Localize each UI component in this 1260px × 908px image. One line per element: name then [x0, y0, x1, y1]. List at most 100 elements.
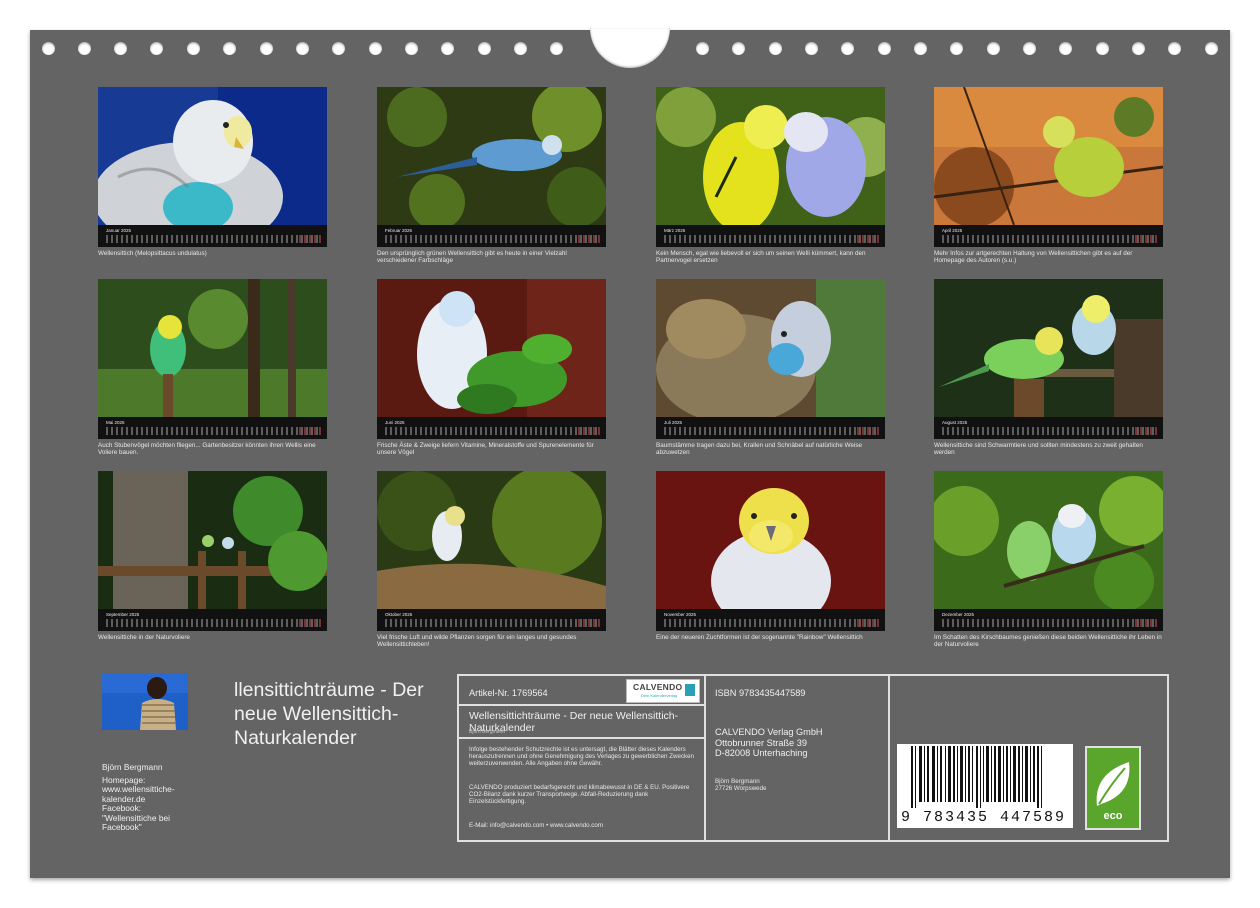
weekend-days	[1135, 427, 1157, 435]
calendar-strip: Mai 2025	[98, 417, 327, 439]
weekend-days	[857, 235, 879, 243]
weekend-days	[299, 619, 321, 627]
month-tile-july: Juli 2025 Baumstämme tragen dazu bei, Kr…	[656, 279, 885, 456]
month-name: Oktober 2025	[385, 612, 413, 617]
day-grid	[664, 235, 879, 243]
month-name: August 2025	[942, 420, 968, 425]
logo-subtitle: Dein Kalenderverlag	[641, 693, 678, 698]
calendar-strip: März 2025	[656, 225, 885, 247]
eco-notice: CALVENDO produziert bedarfsgerecht und k…	[469, 784, 690, 806]
photo-caption: Baumstämme tragen dazu bei, Krallen und …	[656, 442, 863, 456]
weekend-days	[299, 235, 321, 243]
day-grid	[106, 619, 321, 627]
calendar-strip: Oktober 2025	[377, 609, 606, 631]
binding-hole	[296, 42, 309, 55]
binding-hole	[478, 42, 491, 55]
parakeet-photo	[656, 471, 885, 609]
photo-caption: Viel frische Luft und wilde Pflanzen sor…	[377, 634, 577, 648]
month-name: Dezember 2025	[942, 612, 975, 617]
weekend-days	[299, 427, 321, 435]
parakeet-photo	[98, 279, 327, 417]
month-name: März 2025	[664, 228, 686, 233]
calendar-strip: August 2025	[934, 417, 1163, 439]
binding-hole	[187, 42, 200, 55]
weekend-days	[578, 427, 600, 435]
isbn-barcode: 9 783435 447589	[897, 744, 1073, 828]
month-tile-august: August 2025 Wellensittiche sind Schwarmt…	[934, 279, 1163, 456]
parakeet-photo	[377, 471, 606, 609]
binding-hole	[1096, 42, 1109, 55]
contact-line: E-Mail: info@calvendo.com • www.calvendo…	[469, 822, 603, 829]
weekend-days	[1135, 619, 1157, 627]
parakeet-photo	[377, 279, 606, 417]
day-grid	[106, 235, 321, 243]
calendar-strip: Februar 2025	[377, 225, 606, 247]
day-grid	[385, 619, 600, 627]
leaf-icon	[1096, 762, 1130, 806]
binding-hole	[914, 42, 927, 55]
hanger-cutout	[590, 28, 670, 68]
weekend-days	[578, 619, 600, 627]
month-tile-february: Februar 2025 Den ursprünglich grünen Wel…	[377, 87, 606, 264]
parakeet-photo	[934, 279, 1163, 417]
facebook-link: "Wellensittiche bei Facebook"	[102, 812, 170, 832]
binding-hole	[441, 42, 454, 55]
month-tile-march: März 2025 Kein Mensch, egal wie liebevol…	[656, 87, 885, 264]
parakeet-photo	[934, 87, 1163, 225]
calendar-strip: September 2025	[98, 609, 327, 631]
photo-caption: Frische Äste & Zweige liefern Vitamine, …	[377, 442, 594, 456]
binding-hole	[514, 42, 527, 55]
day-grid	[942, 235, 1157, 243]
weekend-days	[857, 619, 879, 627]
eco-label: eco	[1103, 810, 1123, 822]
month-tile-december: Dezember 2025 Im Schatten des Kirschbaum…	[934, 471, 1163, 648]
month-tile-april: April 2025 Mehr Infos zur artgerechten H…	[934, 87, 1163, 264]
photo-caption: Wellensittiche sind Schwarmtiere und sol…	[934, 442, 1143, 456]
logo-mark-icon	[685, 684, 695, 696]
calvendo-logo: CALVENDO Dein Kalenderverlag	[626, 679, 700, 703]
month-tile-october: Oktober 2025 Viel frische Luft und wilde…	[377, 471, 606, 648]
calendar-strip: Juni 2025	[377, 417, 606, 439]
month-tile-september: September 2025 Wellensittiche in der Nat…	[98, 471, 327, 641]
day-grid	[106, 427, 321, 435]
parakeet-photo	[377, 87, 606, 225]
binding-hole	[1205, 42, 1218, 55]
binding-hole	[550, 42, 563, 55]
binding-hole	[1168, 42, 1181, 55]
binding-hole	[1059, 42, 1072, 55]
month-tile-november: November 2025 Eine der neueren Zuchtform…	[656, 471, 885, 641]
binding-hole	[805, 42, 818, 55]
author-name: Björn Bergmann	[102, 762, 163, 772]
month-name: November 2025	[664, 612, 697, 617]
binding-hole	[405, 42, 418, 55]
binding-hole	[114, 42, 127, 55]
month-tile-june: Juni 2025 Frische Äste & Zweige liefern …	[377, 279, 606, 456]
homepage-link: www.wellensittiche-kalender.de	[102, 784, 175, 804]
divider	[459, 704, 704, 706]
binding-hole	[150, 42, 163, 55]
publisher-name: CALVENDO Verlag GmbH	[715, 727, 823, 737]
calendar-strip: Dezember 2025	[934, 609, 1163, 631]
calendar-title: llensittichträume - Der neue Wellensitti…	[234, 679, 424, 749]
isbn: ISBN 9783435447589	[715, 688, 806, 698]
day-grid	[664, 619, 879, 627]
binding-hole	[732, 42, 745, 55]
publisher-column: ISBN 9783435447589 CALVENDO Verlag GmbH …	[706, 676, 890, 840]
binding-hole	[769, 42, 782, 55]
day-grid	[942, 619, 1157, 627]
month-name: April 2025	[942, 228, 963, 233]
month-name: September 2025	[106, 612, 140, 617]
photo-caption: Eine der neueren Zuchtformen ist der sog…	[656, 634, 863, 641]
day-grid	[385, 427, 600, 435]
day-grid	[385, 235, 600, 243]
parakeet-photo	[98, 87, 327, 225]
binding-hole	[332, 42, 345, 55]
calendar-strip: Januar 2025	[98, 225, 327, 247]
publisher-street: Ottobrunner Straße 39	[715, 737, 807, 748]
photo-caption: Im Schatten des Kirschbaumes genießen di…	[934, 634, 1162, 648]
publisher-city: D-82008 Unterhaching	[715, 748, 808, 758]
photo-caption: Mehr Infos zur artgerechten Haltung von …	[934, 250, 1133, 264]
calendar-strip: Juli 2025	[656, 417, 885, 439]
binding-hole	[369, 42, 382, 55]
binding-hole	[950, 42, 963, 55]
